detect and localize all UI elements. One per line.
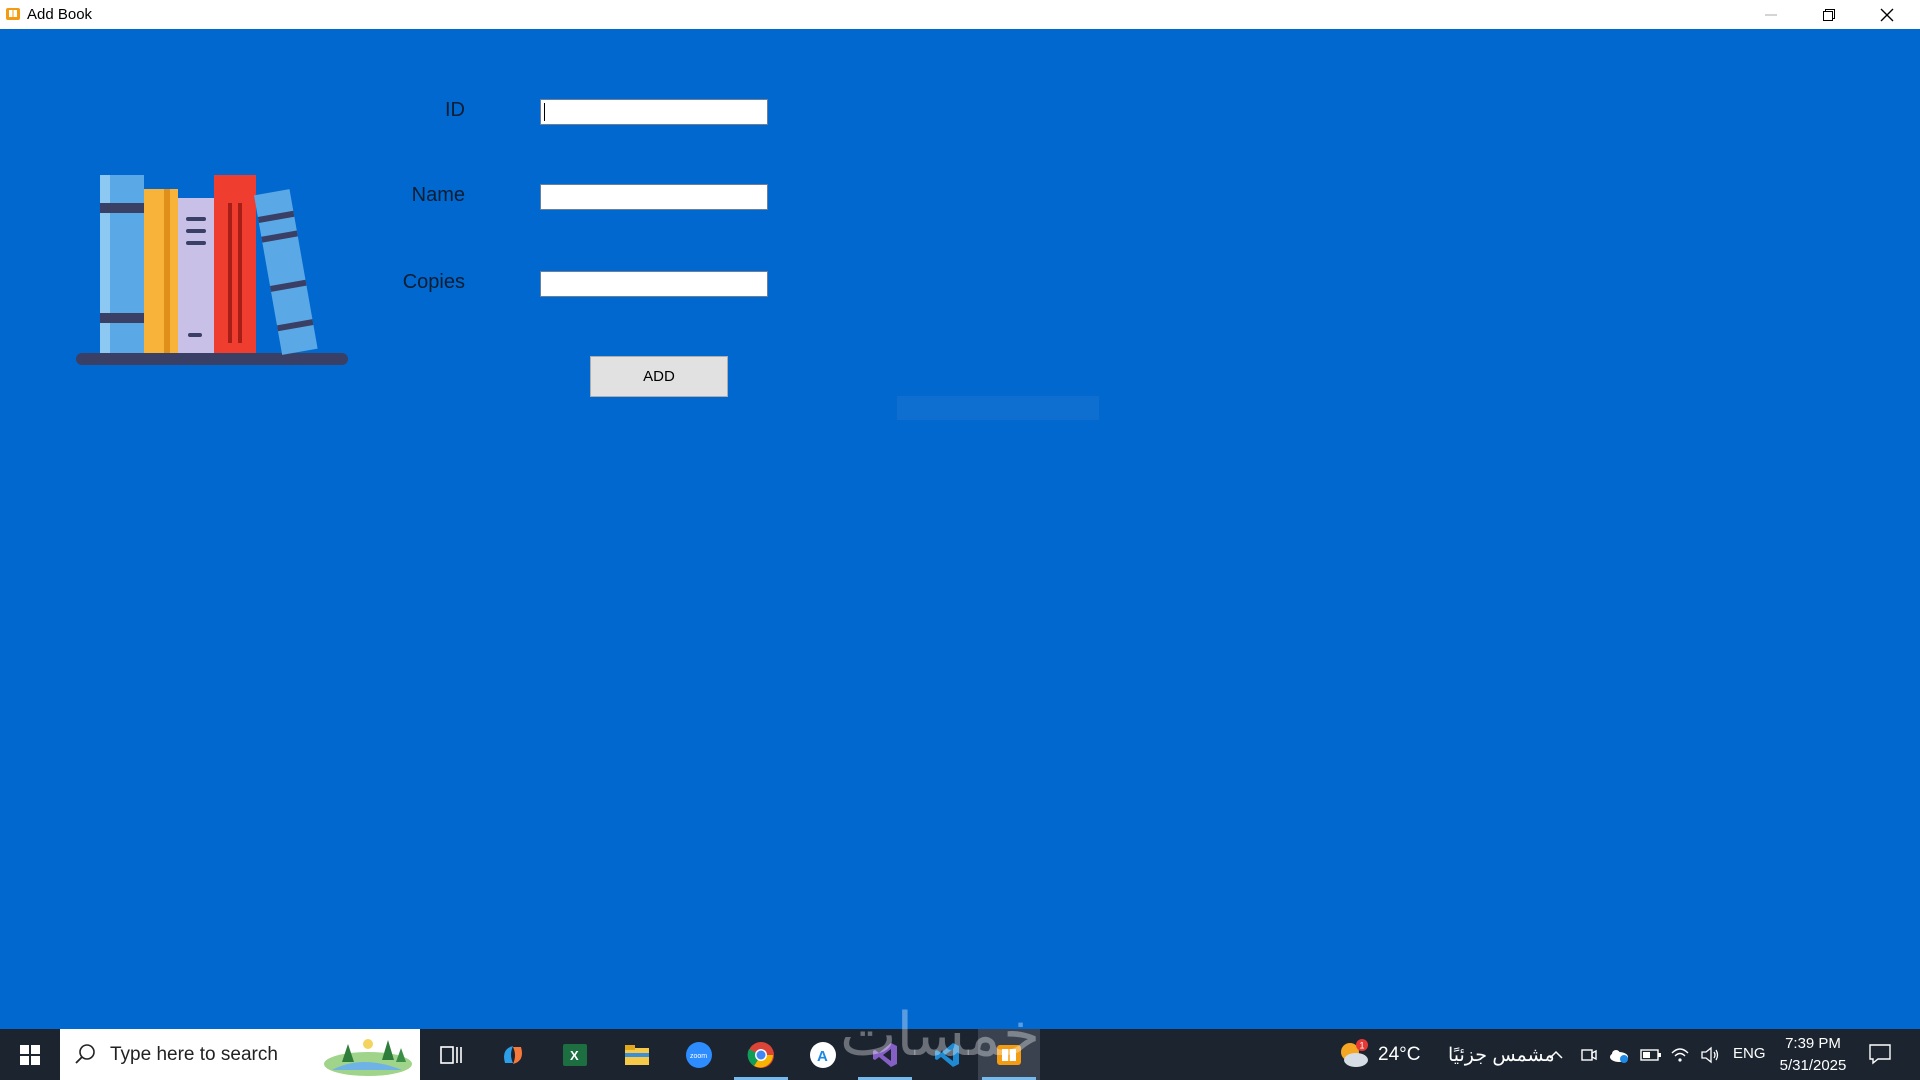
language-indicator[interactable]: ENG [1733, 1045, 1766, 1063]
taskbar-app-excel[interactable]: X [544, 1029, 606, 1080]
wifi-icon [1671, 1048, 1689, 1062]
taskbar-app-copilot[interactable] [482, 1029, 544, 1080]
notification-icon [1869, 1044, 1891, 1065]
app-store-icon: A [810, 1042, 836, 1068]
close-button[interactable] [1858, 0, 1916, 29]
file-explorer-icon [625, 1045, 649, 1065]
copies-label: Copies [402, 271, 465, 293]
close-icon [1880, 8, 1894, 22]
task-view-button[interactable] [420, 1029, 482, 1080]
copilot-icon [504, 1046, 522, 1064]
bookshelf-illustration [76, 175, 348, 365]
search-highlight-landscape-icon [324, 1039, 412, 1076]
title-bar: Add Book [0, 0, 1920, 29]
task-view-icon [440, 1046, 462, 1064]
minimize-icon [1765, 14, 1777, 16]
chrome-icon [747, 1042, 774, 1068]
battery-icon [1640, 1049, 1661, 1061]
search-placeholder: Type here to search [110, 1044, 278, 1065]
clock[interactable]: 7:39 PM 5/31/2025 [1770, 1033, 1856, 1077]
weather-temperature: 24°C [1378, 1044, 1421, 1065]
minimize-button[interactable] [1742, 0, 1800, 29]
cloud-icon [1610, 1050, 1628, 1063]
taskbar-app-zoom[interactable]: zoom [668, 1029, 730, 1080]
svg-text:X: X [570, 1048, 579, 1063]
restore-icon [1823, 9, 1835, 21]
weather-description: مشمس جزئيًا [1448, 1045, 1555, 1066]
id-input[interactable] [540, 99, 768, 125]
svg-text:zoom: zoom [690, 1053, 707, 1060]
name-label: Name [411, 184, 465, 206]
speaker-icon [1701, 1046, 1719, 1064]
excel-icon: X [563, 1044, 587, 1066]
form-client-area: ID Name Copies ADD [0, 29, 1920, 1029]
add-button[interactable]: ADD [590, 356, 728, 397]
text-caret [544, 103, 545, 121]
language-label: ENG [1733, 1045, 1766, 1062]
taskbar-app-file-explorer[interactable] [606, 1029, 668, 1080]
clock-time: 7:39 PM [1785, 1035, 1841, 1052]
faint-overlay-strip [897, 396, 1099, 420]
weather-badge: 1 [1360, 1041, 1365, 1051]
search-icon [75, 1044, 95, 1064]
copies-input[interactable] [540, 271, 768, 297]
taskbar-search-box[interactable]: Type here to search [60, 1029, 420, 1080]
partly-sunny-icon: 1 [1341, 1039, 1368, 1067]
zoom-icon: zoom [686, 1042, 712, 1068]
windows-logo-icon [20, 1045, 40, 1065]
clock-date: 5/31/2025 [1779, 1057, 1847, 1074]
book-app-icon [6, 8, 20, 20]
id-label: ID [445, 99, 465, 121]
chevron-up-icon [1549, 1050, 1563, 1059]
svg-text:A: A [817, 1048, 828, 1065]
name-input[interactable] [540, 184, 768, 210]
camera-icon [1581, 1049, 1597, 1061]
start-button[interactable] [0, 1029, 60, 1080]
restore-button[interactable] [1800, 0, 1858, 29]
taskbar-app-chrome[interactable] [730, 1029, 792, 1080]
window-title: Add Book [27, 6, 93, 23]
watermark-text: خمسات [840, 1000, 1041, 1070]
